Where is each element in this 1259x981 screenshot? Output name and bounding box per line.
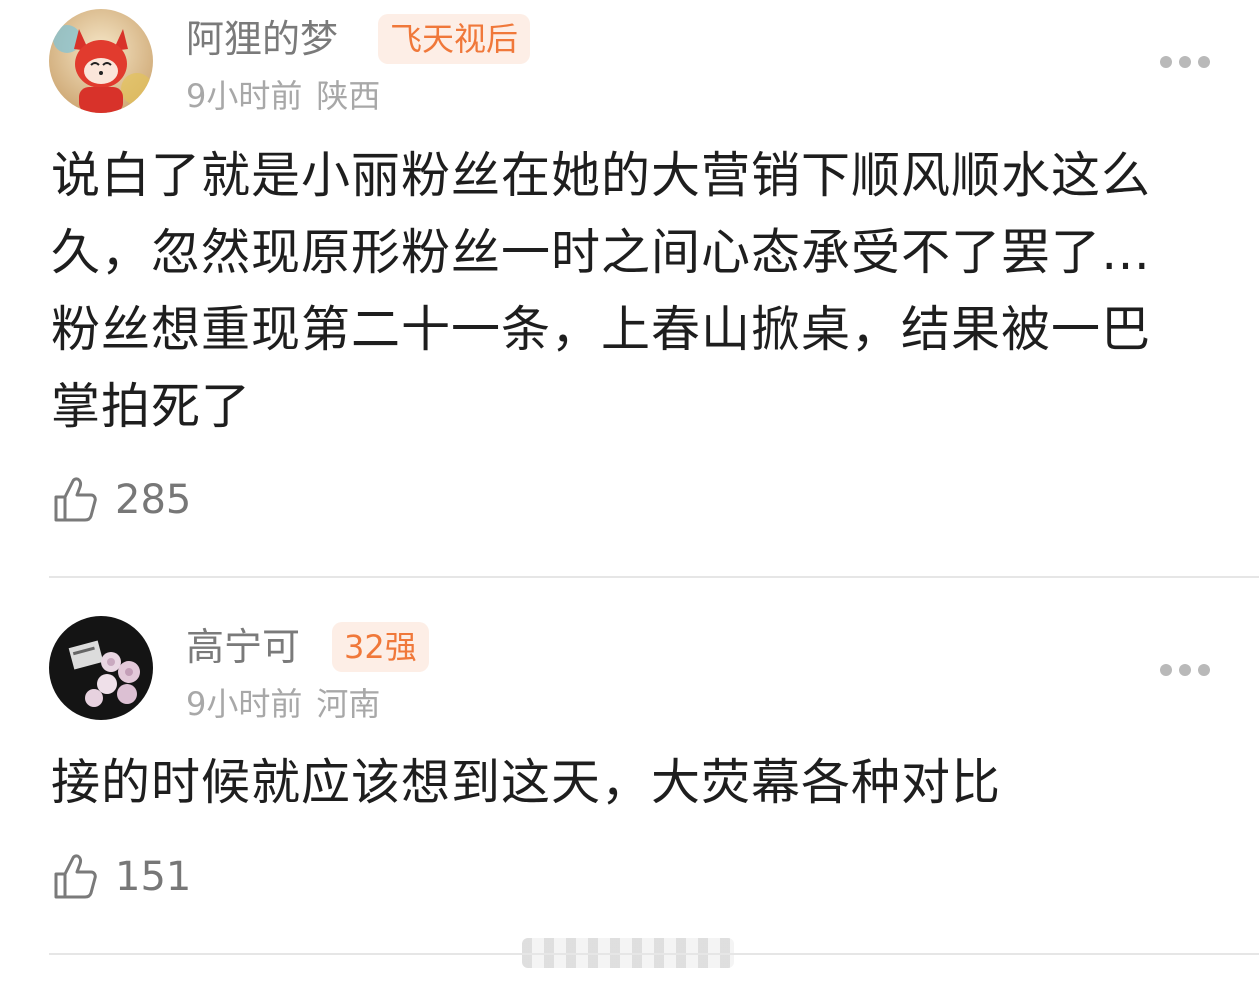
more-dot-icon	[1160, 664, 1172, 676]
roses-avatar-icon	[49, 616, 153, 720]
more-dot-icon	[1198, 664, 1210, 676]
like-count: 151	[115, 854, 192, 900]
comment-location: 陕西	[316, 77, 381, 115]
divider	[49, 576, 1259, 578]
thumbs-up-icon	[54, 854, 97, 899]
comment-text-line: 久，忽然现原形粉丝一时之间心态承受不了罢了…	[51, 224, 1152, 281]
thumbs-up-icon	[54, 477, 97, 522]
comment-meta: 9小时前 陕西	[186, 80, 380, 112]
comment-text-line: 掌拍死了	[51, 378, 252, 435]
avatar[interactable]	[49, 9, 153, 113]
divider	[49, 953, 1259, 955]
more-dot-icon	[1160, 56, 1172, 68]
comment-time: 9小时前	[186, 77, 303, 115]
more-options-button[interactable]	[1160, 663, 1210, 677]
user-badge[interactable]: 32强	[332, 622, 429, 672]
comment-time: 9小时前	[186, 685, 303, 723]
like-count: 285	[115, 477, 192, 523]
more-options-button[interactable]	[1160, 55, 1210, 69]
like-button[interactable]: 151	[51, 852, 191, 902]
more-dot-icon	[1179, 56, 1191, 68]
username[interactable]: 阿狸的梦	[186, 20, 338, 58]
comment-text-line: 粉丝想重现第二十一条，上春山掀桌，结果被一巴	[51, 301, 1152, 358]
comment-text: 说白了就是小丽粉丝在她的大营销下顺风顺水这么 久，忽然现原形粉丝一时之间心态承受…	[51, 137, 1211, 445]
comment-text-line: 接的时候就应该想到这天，大荧幕各种对比	[51, 754, 1002, 811]
user-badge[interactable]: 飞天视后	[378, 14, 531, 64]
more-dot-icon	[1198, 56, 1210, 68]
comment-text-line: 说白了就是小丽粉丝在她的大营销下顺风顺水这么	[51, 147, 1152, 204]
like-button[interactable]: 285	[51, 475, 191, 525]
comment-meta: 9小时前 河南	[186, 688, 380, 720]
avatar[interactable]	[49, 616, 153, 720]
fox-avatar-icon	[49, 9, 153, 113]
username[interactable]: 高宁可	[186, 628, 300, 666]
comment-text: 接的时候就应该想到这天，大荧幕各种对比	[51, 744, 1211, 821]
comment-location: 河南	[316, 685, 381, 723]
more-dot-icon	[1179, 664, 1191, 676]
